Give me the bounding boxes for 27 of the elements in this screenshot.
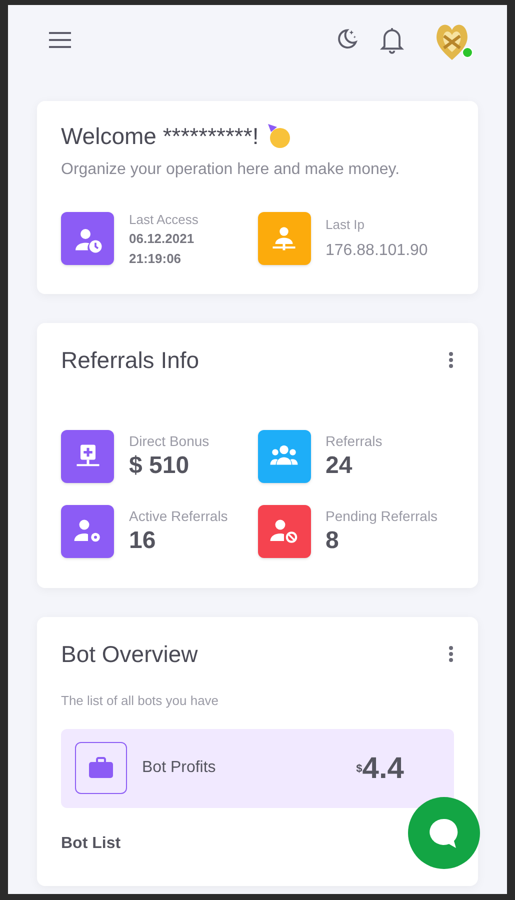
- stat-value: 24: [326, 450, 354, 480]
- stat-label: Active Referrals: [129, 506, 229, 526]
- stat-label: Referrals: [326, 432, 384, 450]
- menu-icon[interactable]: [48, 31, 72, 49]
- stat-label: Last Ip: [326, 216, 366, 234]
- bell-icon[interactable]: [379, 26, 405, 54]
- profit-label: Bot Profits: [142, 758, 217, 778]
- section-title: Bot List: [61, 834, 122, 854]
- card-title: Bot Overview: [61, 640, 198, 668]
- card-subtitle: The list of all bots you have: [61, 692, 220, 710]
- stat-value: 16: [129, 526, 157, 556]
- stat-label: Direct Bonus: [129, 432, 210, 450]
- stat-value: 8: [326, 526, 340, 556]
- stat-label: Pending Referrals: [326, 506, 439, 526]
- stat-value: $ 510: [129, 450, 190, 480]
- welcome-title: Welcome **********!: [61, 122, 259, 151]
- stat-value: 06.12.2021: [129, 230, 196, 248]
- stat-label: Last Access: [129, 210, 198, 228]
- stat-value: 176.88.101.90: [326, 240, 428, 260]
- welcome-subtitle: Organize your operation here and make money.: [61, 160, 401, 180]
- briefcase-icon: [75, 742, 127, 794]
- party-face-icon: [266, 123, 293, 150]
- more-options-icon[interactable]: [448, 351, 454, 369]
- more-options-icon[interactable]: [448, 644, 454, 662]
- stat-value: 21:19:06: [129, 250, 182, 268]
- profit-amount: $^{$}$4.4: [356, 750, 404, 786]
- card-title: Referrals Info: [61, 346, 200, 375]
